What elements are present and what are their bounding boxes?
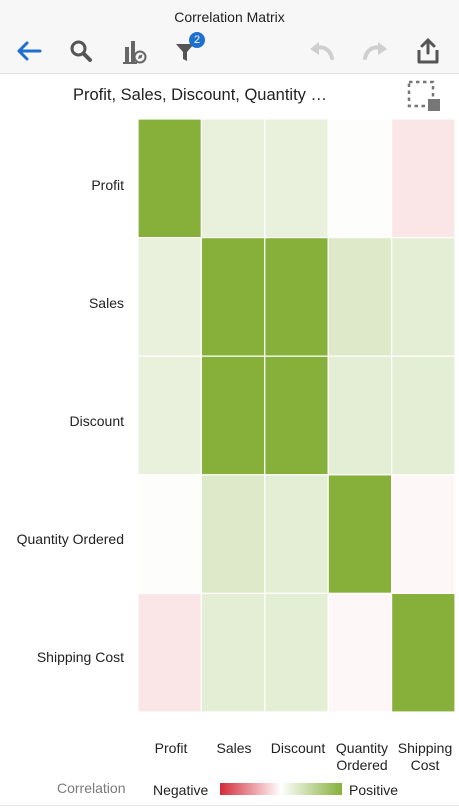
- redo-icon: [363, 42, 387, 60]
- explore-chart-button[interactable]: [117, 34, 151, 68]
- col-label-sales-line1: Sales: [216, 740, 252, 756]
- heatmap-cell-r3-c2[interactable]: [264, 474, 329, 594]
- heatmap-cell-r4-c3[interactable]: [327, 592, 393, 713]
- row-label-sales: Sales: [88, 295, 124, 311]
- heatmap-cell-r3-c0[interactable]: [137, 474, 203, 594]
- chart-explore-icon: [123, 41, 147, 64]
- visualization-title: Profit, Sales, Discount, Quantity …: [72, 86, 328, 104]
- legend-color-scale: [220, 783, 342, 795]
- marquee-select-icon: [407, 80, 440, 111]
- heatmap-cell-r2-c4[interactable]: [391, 355, 456, 476]
- app-title: Correlation Matrix: [174, 9, 285, 25]
- col-label-profit: Profit: [137, 740, 205, 757]
- heatmap-cell-r1-c1[interactable]: [200, 237, 266, 357]
- share-icon: [417, 38, 439, 64]
- search-button[interactable]: [64, 34, 98, 68]
- legend-positive-label: Positive: [349, 782, 399, 798]
- back-arrow-icon: [17, 41, 42, 61]
- heatmap-cell-r4-c4[interactable]: [391, 592, 456, 713]
- legend-negative-label: Negative: [153, 782, 209, 798]
- back-button[interactable]: [12, 34, 46, 68]
- app-header: Correlation Matrix 2: [0, 0, 459, 74]
- heatmap-cell-r4-c1[interactable]: [200, 592, 266, 713]
- heatmap-cell-r2-c3[interactable]: [327, 355, 393, 476]
- heatmap-cell-r3-c1[interactable]: [200, 474, 266, 594]
- heatmap-cell-r1-c3[interactable]: [327, 237, 393, 357]
- row-label-discount: Discount: [69, 413, 124, 429]
- col-label-discount-line1: Discount: [270, 740, 326, 756]
- col-label-quantity-ordered: Quantity Ordered: [335, 740, 389, 773]
- row-label-shipping-cost: Shipping Cost: [36, 649, 124, 665]
- heatmap-cell-r4-c2[interactable]: [264, 592, 329, 713]
- heatmap-cell-r1-c2[interactable]: [264, 237, 329, 357]
- col-label-shipping-cost: Shipping Cost: [397, 740, 453, 773]
- heatmap-cell-r3-c3[interactable]: [327, 474, 393, 594]
- col-label-sales: Sales: [200, 740, 268, 757]
- heatmap-cell-r0-c4[interactable]: [391, 118, 456, 239]
- heatmap-cell-r0-c2[interactable]: [264, 118, 329, 239]
- bottom-divider: [0, 805, 459, 806]
- heatmap-cell-r0-c0[interactable]: [137, 118, 203, 239]
- heatmap-cell-r2-c0[interactable]: [137, 355, 203, 476]
- heatmap-cell-r2-c2[interactable]: [264, 355, 329, 476]
- heatmap-cell-r0-c1[interactable]: [200, 118, 266, 239]
- heatmap-cell-r0-c3[interactable]: [327, 118, 393, 239]
- undo-button[interactable]: [305, 34, 339, 68]
- col-label-discount: Discount: [264, 740, 332, 757]
- heatmap-cell-r1-c4[interactable]: [391, 237, 456, 357]
- redo-button[interactable]: [358, 34, 392, 68]
- col-label-profit-line1: Profit: [154, 740, 188, 756]
- row-label-profit: Profit: [91, 177, 124, 193]
- correlation-heatmap: [137, 118, 456, 713]
- marquee-select-button[interactable]: [406, 80, 442, 112]
- heatmap-cell-r3-c4[interactable]: [391, 474, 456, 594]
- search-icon: [70, 40, 92, 62]
- filter-count-badge: 2: [189, 32, 205, 48]
- legend-title: Correlation: [57, 780, 126, 796]
- heatmap-cell-r2-c1[interactable]: [200, 355, 266, 476]
- share-button[interactable]: [411, 34, 445, 68]
- heatmap-cell-r4-c0[interactable]: [137, 592, 203, 713]
- undo-icon: [310, 42, 334, 60]
- filter-button[interactable]: 2: [169, 32, 205, 68]
- row-label-quantity-ordered: Quantity Ordered: [16, 531, 124, 547]
- heatmap-cell-r1-c0[interactable]: [137, 237, 203, 357]
